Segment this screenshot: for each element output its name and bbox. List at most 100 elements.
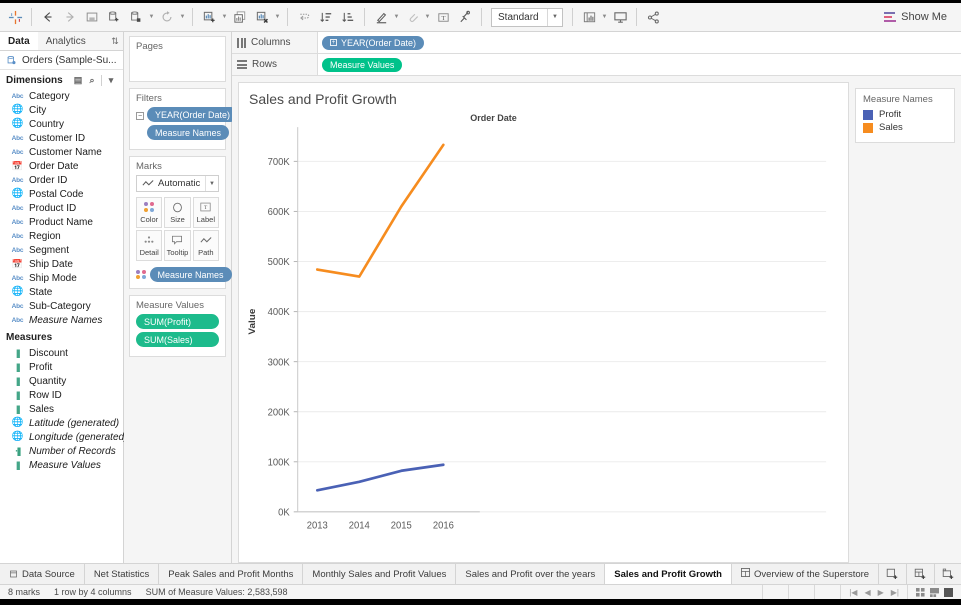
new-dashboard-tab-button[interactable] [907, 564, 936, 584]
group-members-icon[interactable] [401, 6, 423, 28]
measure-field-latitude-generated[interactable]: 🌐 Latitude (generated) [0, 416, 123, 430]
dimension-field-region[interactable]: Abc Region [0, 229, 123, 243]
duplicate-sheet-icon[interactable] [229, 6, 251, 28]
sort-ascending-icon[interactable] [315, 6, 337, 28]
marks-path-button[interactable]: Path [192, 230, 219, 261]
dimension-field-customer-name[interactable]: Abc Customer Name [0, 145, 123, 159]
new-worksheet-tab-button[interactable] [879, 564, 908, 584]
dimension-field-state[interactable]: 🌐 State [0, 285, 123, 299]
expand-icon[interactable]: + [330, 39, 337, 46]
measure-field-measure-values[interactable]: ||| Measure Values [0, 458, 123, 472]
fit-size-icon[interactable] [578, 6, 600, 28]
tab-data-source[interactable]: Data Source [0, 564, 85, 584]
new-data-source-icon[interactable] [103, 6, 125, 28]
chevron-down-icon[interactable]: ▼ [220, 14, 229, 20]
dimension-field-segment[interactable]: Abc Segment [0, 243, 123, 257]
dimension-field-city[interactable]: 🌐 City [0, 103, 123, 117]
first-page-icon[interactable]: |◀ [849, 588, 857, 597]
marks-tooltip-button[interactable]: Tooltip [164, 230, 191, 261]
measure-field-quantity[interactable]: ||| Quantity [0, 374, 123, 388]
chevron-down-icon[interactable]: ▼ [600, 14, 609, 20]
measure-field-row-id[interactable]: ||| Row ID [0, 388, 123, 402]
measure-field-profit[interactable]: ||| Profit [0, 360, 123, 374]
highlight-icon[interactable] [370, 6, 392, 28]
dimension-field-product-name[interactable]: Abc Product Name [0, 215, 123, 229]
sheet-tab-net-statistics[interactable]: Net Statistics [85, 564, 160, 584]
presentation-icon[interactable] [609, 6, 631, 28]
sheet-view-icon[interactable] [944, 587, 953, 597]
dimension-field-ship-date[interactable]: 📅 Ship Date [0, 257, 123, 271]
marks-label-button[interactable]: T Label [192, 197, 219, 228]
sort-descending-icon[interactable] [337, 6, 359, 28]
clear-sheet-icon[interactable] [198, 6, 220, 28]
marks-color-button[interactable]: Color [136, 197, 163, 228]
tab-analytics[interactable]: Analytics [38, 32, 94, 50]
chevron-down-icon[interactable]: ▼ [147, 14, 156, 20]
dimension-field-category[interactable]: Abc Category [0, 89, 123, 103]
measure-value-pill-sum-profit[interactable]: SUM(Profit) [136, 314, 219, 329]
swap-rows-columns-icon[interactable] [293, 6, 315, 28]
sheet-tab-monthly-sales-and-profit-values[interactable]: Monthly Sales and Profit Values [303, 564, 457, 584]
chevron-down-icon[interactable]: ▼ [392, 14, 401, 20]
columns-pill-year-order-date[interactable]: + YEAR(Order Date) [322, 35, 425, 50]
new-story-tab-button[interactable] [935, 564, 961, 584]
dimension-field-product-id[interactable]: Abc Product ID [0, 201, 123, 215]
mark-type-select[interactable]: Automatic ▼ [136, 175, 219, 192]
chevron-down-icon[interactable]: ▼ [273, 14, 282, 20]
marks-size-button[interactable]: Size [164, 197, 191, 228]
tableau-logo-icon[interactable] [4, 6, 26, 28]
chevron-down-icon[interactable]: ▾ [104, 75, 118, 86]
forward-icon[interactable] [59, 6, 81, 28]
save-icon[interactable] [81, 6, 103, 28]
next-page-icon[interactable]: ▶ [878, 588, 884, 597]
dimension-field-customer-id[interactable]: Abc Customer ID [0, 131, 123, 145]
clear-all-icon[interactable] [251, 6, 273, 28]
search-icon[interactable]: ⌕ [85, 75, 99, 86]
measure-value-pill-sum-sales[interactable]: SUM(Sales) [136, 332, 219, 347]
legend-item-sales[interactable]: Sales [863, 122, 947, 133]
filmstrip-view-icon[interactable] [930, 587, 939, 597]
back-icon[interactable] [37, 6, 59, 28]
columns-drop-zone[interactable]: + YEAR(Order Date) [317, 32, 961, 53]
chevron-down-icon[interactable]: ▼ [178, 14, 187, 20]
dimension-field-country[interactable]: 🌐 Country [0, 117, 123, 131]
marks-encoding-pill-measure-names[interactable]: Measure Names [149, 267, 232, 282]
sheet-tab-sales-and-profit-over-the-years[interactable]: Sales and Profit over the years [456, 564, 606, 584]
dimension-field-sub-category[interactable]: Abc Sub-Category [0, 299, 123, 313]
measure-field-sales[interactable]: ||| Sales [0, 402, 123, 416]
tab-data[interactable]: Data [0, 32, 38, 50]
page-navigation[interactable]: |◀ ◀ ▶ ▶| [840, 585, 907, 599]
pages-card[interactable]: Pages [129, 36, 226, 82]
measure-field-discount[interactable]: ||| Discount [0, 346, 123, 360]
rows-pill-measure-values[interactable]: Measure Values [322, 57, 403, 72]
refresh-data-icon[interactable] [156, 6, 178, 28]
sheet-tab-sales-and-profit-growth[interactable]: Sales and Profit Growth [605, 564, 732, 584]
group-by-folder-icon[interactable]: ▤ [71, 75, 85, 86]
dimension-field-measure-names[interactable]: Abc Measure Names [0, 313, 123, 327]
rows-drop-zone[interactable]: Measure Values [317, 54, 961, 75]
data-pane-sort-icon[interactable]: ⇅ [107, 32, 123, 50]
share-icon[interactable] [642, 6, 664, 28]
dimension-field-ship-mode[interactable]: Abc Ship Mode [0, 271, 123, 285]
previous-page-icon[interactable]: ◀ [864, 588, 870, 597]
dimension-field-order-date[interactable]: 📅 Order Date [0, 159, 123, 173]
chevron-down-icon[interactable]: ▼ [423, 14, 432, 20]
dimension-field-postal-code[interactable]: 🌐 Postal Code [0, 187, 123, 201]
sheet-tab-overview-of-the-superstore[interactable]: Overview of the Superstore [732, 564, 880, 584]
measure-field-number-of-records[interactable]: ||| Number of Records [0, 444, 123, 458]
measure-field-longitude-generated[interactable]: 🌐 Longitude (generated) [0, 430, 128, 444]
filter-pill-measure-names[interactable]: Measure Names [147, 125, 230, 140]
fit-select[interactable]: Standard ▼ [491, 7, 563, 27]
fix-axes-icon[interactable] [454, 6, 476, 28]
marks-detail-button[interactable]: Detail [136, 230, 163, 261]
new-worksheet-icon[interactable] [125, 6, 147, 28]
show-mark-labels-icon[interactable]: T [432, 6, 454, 28]
grid-view-icon[interactable] [916, 587, 925, 597]
plot-area[interactable]: 0K 100K 200K 300K 400K 500K 600K 700K Value 2013 2… [239, 123, 848, 562]
sheet-tab-peak-sales-and-profit-months[interactable]: Peak Sales and Profit Months [159, 564, 304, 584]
dimension-field-order-id[interactable]: Abc Order ID [0, 173, 123, 187]
legend-item-profit[interactable]: Profit [863, 109, 947, 120]
last-page-icon[interactable]: ▶| [891, 588, 899, 597]
show-me-button[interactable]: Show Me [878, 3, 953, 31]
data-source-item[interactable]: Orders (Sample-Su... [0, 51, 123, 70]
